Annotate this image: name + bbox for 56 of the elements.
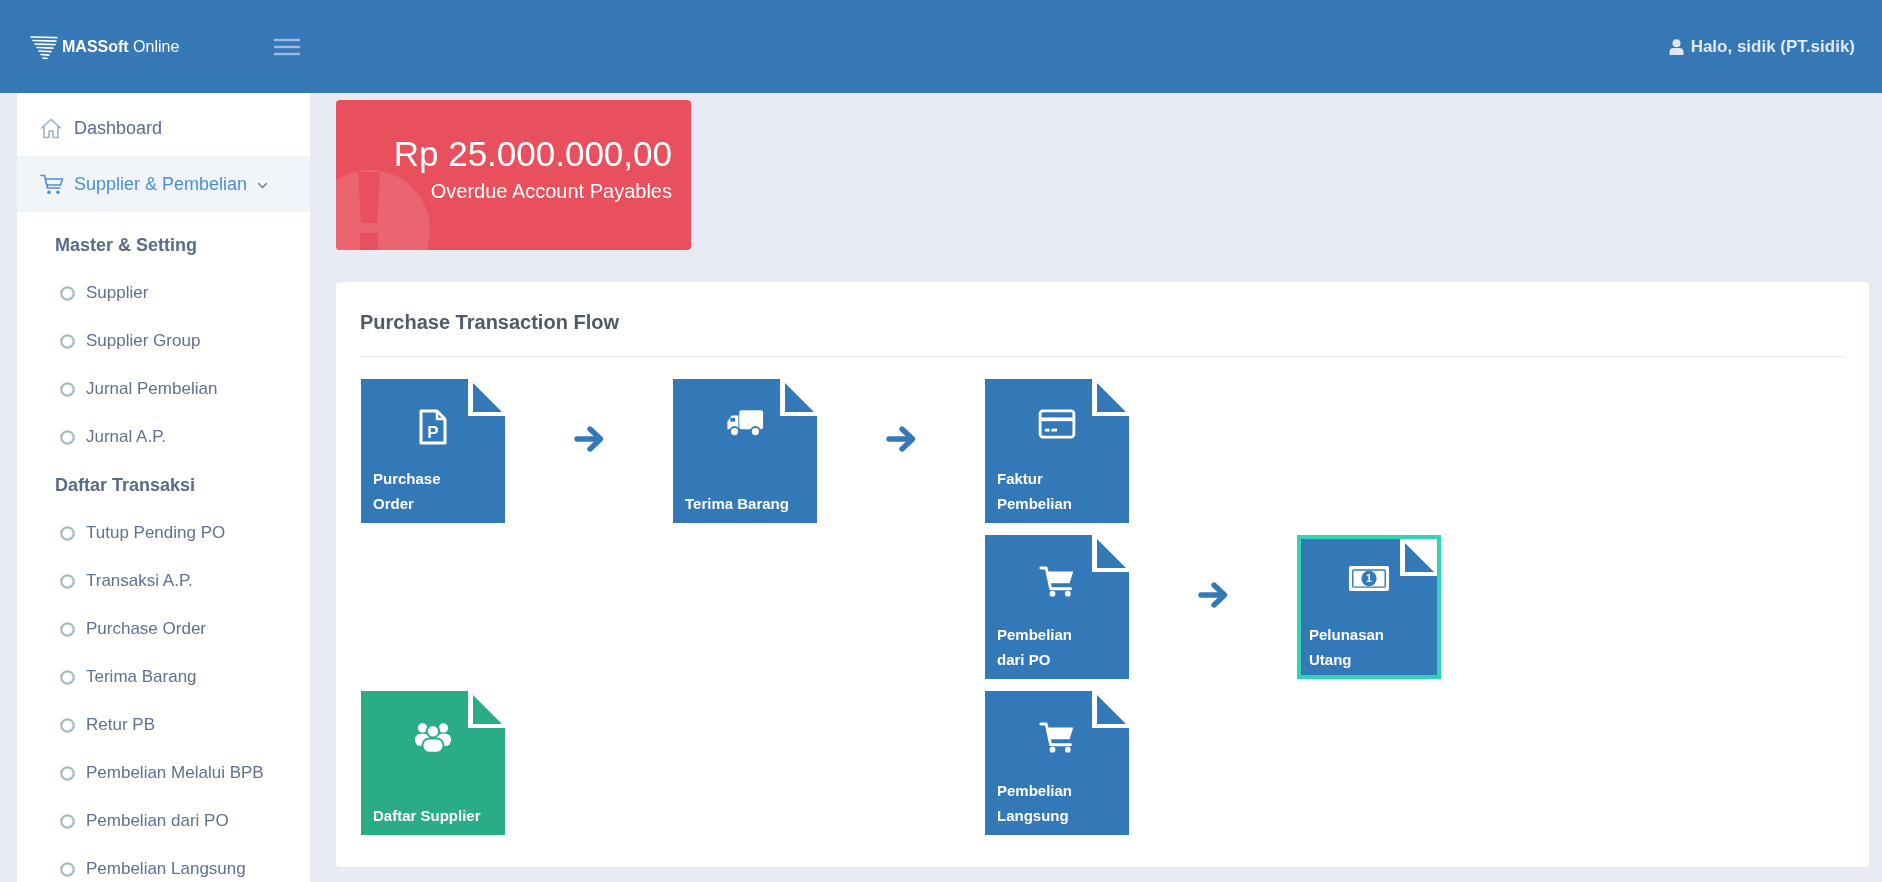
circle-icon bbox=[60, 717, 75, 733]
circle-icon bbox=[60, 525, 75, 541]
sidebar-link[interactable]: Supplier Group bbox=[17, 330, 310, 352]
banknote-icon: 1 bbox=[1348, 565, 1390, 592]
people-icon bbox=[414, 721, 452, 754]
circle-icon bbox=[60, 861, 75, 877]
panel-title: Purchase Transaction Flow bbox=[360, 310, 620, 335]
sidebar-link[interactable]: Pembelian dari PO bbox=[17, 810, 310, 832]
sidebar-link[interactable]: Retur PB bbox=[17, 714, 310, 736]
cart-icon bbox=[1039, 565, 1075, 598]
flow-tile[interactable]: Pembelian Langsung bbox=[985, 691, 1129, 835]
sidebar-link[interactable]: Tutup Pending PO bbox=[17, 522, 310, 544]
circle-icon bbox=[60, 429, 75, 445]
section-heading: Daftar Transaksi bbox=[54, 473, 197, 497]
menu-icon[interactable] bbox=[274, 37, 301, 56]
cart-icon bbox=[40, 173, 64, 195]
flow-tile[interactable]: Daftar Supplier bbox=[361, 691, 505, 835]
flow-tile[interactable]: Terima Barang bbox=[673, 379, 817, 523]
flow-tile[interactable]: Pembelian dari PO bbox=[985, 535, 1129, 679]
sidebar-link[interactable]: Pembelian Langsung bbox=[17, 858, 310, 880]
logo-icon bbox=[30, 34, 58, 59]
right-arrow-icon bbox=[1198, 582, 1228, 608]
sidebar-item[interactable]: Dashboard bbox=[17, 100, 310, 156]
flow-tile[interactable]: Faktur Pembelian bbox=[985, 379, 1129, 523]
caption-text: Overdue Account Payables bbox=[430, 179, 672, 203]
right-arrow-icon bbox=[574, 426, 604, 452]
circle-icon bbox=[60, 333, 75, 349]
document-icon: P bbox=[418, 409, 448, 445]
right-arrow-icon bbox=[886, 426, 916, 452]
sidebar-link[interactable]: Pembelian Melalui BPB bbox=[17, 762, 310, 784]
circle-icon bbox=[60, 669, 75, 685]
logo-text: MASSoft Online bbox=[62, 36, 180, 57]
section-heading: Master & Setting bbox=[54, 233, 199, 257]
person-icon bbox=[1668, 38, 1684, 55]
home-icon bbox=[40, 117, 62, 139]
circle-icon bbox=[60, 813, 75, 829]
truck-icon bbox=[726, 409, 764, 438]
circle-icon bbox=[60, 573, 75, 589]
flow-tile[interactable]: P Purchase Order bbox=[361, 379, 505, 523]
amount-text: Rp 25.000.000,00 bbox=[393, 134, 672, 174]
circle-icon bbox=[60, 285, 75, 301]
user-menu[interactable]: Halo, sidik (PT.sidik) bbox=[1668, 35, 1855, 58]
circle-icon bbox=[60, 381, 75, 397]
folded-corner-icon bbox=[1400, 539, 1437, 576]
flow-tile[interactable]: 1 Pelunasan Utang bbox=[1297, 535, 1441, 679]
circle-icon bbox=[60, 621, 75, 637]
sidebar-link[interactable]: Jurnal A.P. bbox=[17, 426, 310, 448]
cart-icon bbox=[1039, 721, 1075, 754]
sidebar-link[interactable]: Terima Barang bbox=[17, 666, 310, 688]
sidebar-item[interactable]: Supplier & Pembelian bbox=[17, 156, 310, 212]
circle-icon bbox=[60, 765, 75, 781]
credit-card-icon bbox=[1038, 409, 1076, 439]
sidebar-link[interactable]: Supplier bbox=[17, 282, 310, 304]
sidebar-link[interactable]: Jurnal Pembelian bbox=[17, 378, 310, 400]
sidebar-link[interactable]: Transaksi A.P. bbox=[17, 570, 310, 592]
sidebar-link[interactable]: Purchase Order bbox=[17, 618, 310, 640]
